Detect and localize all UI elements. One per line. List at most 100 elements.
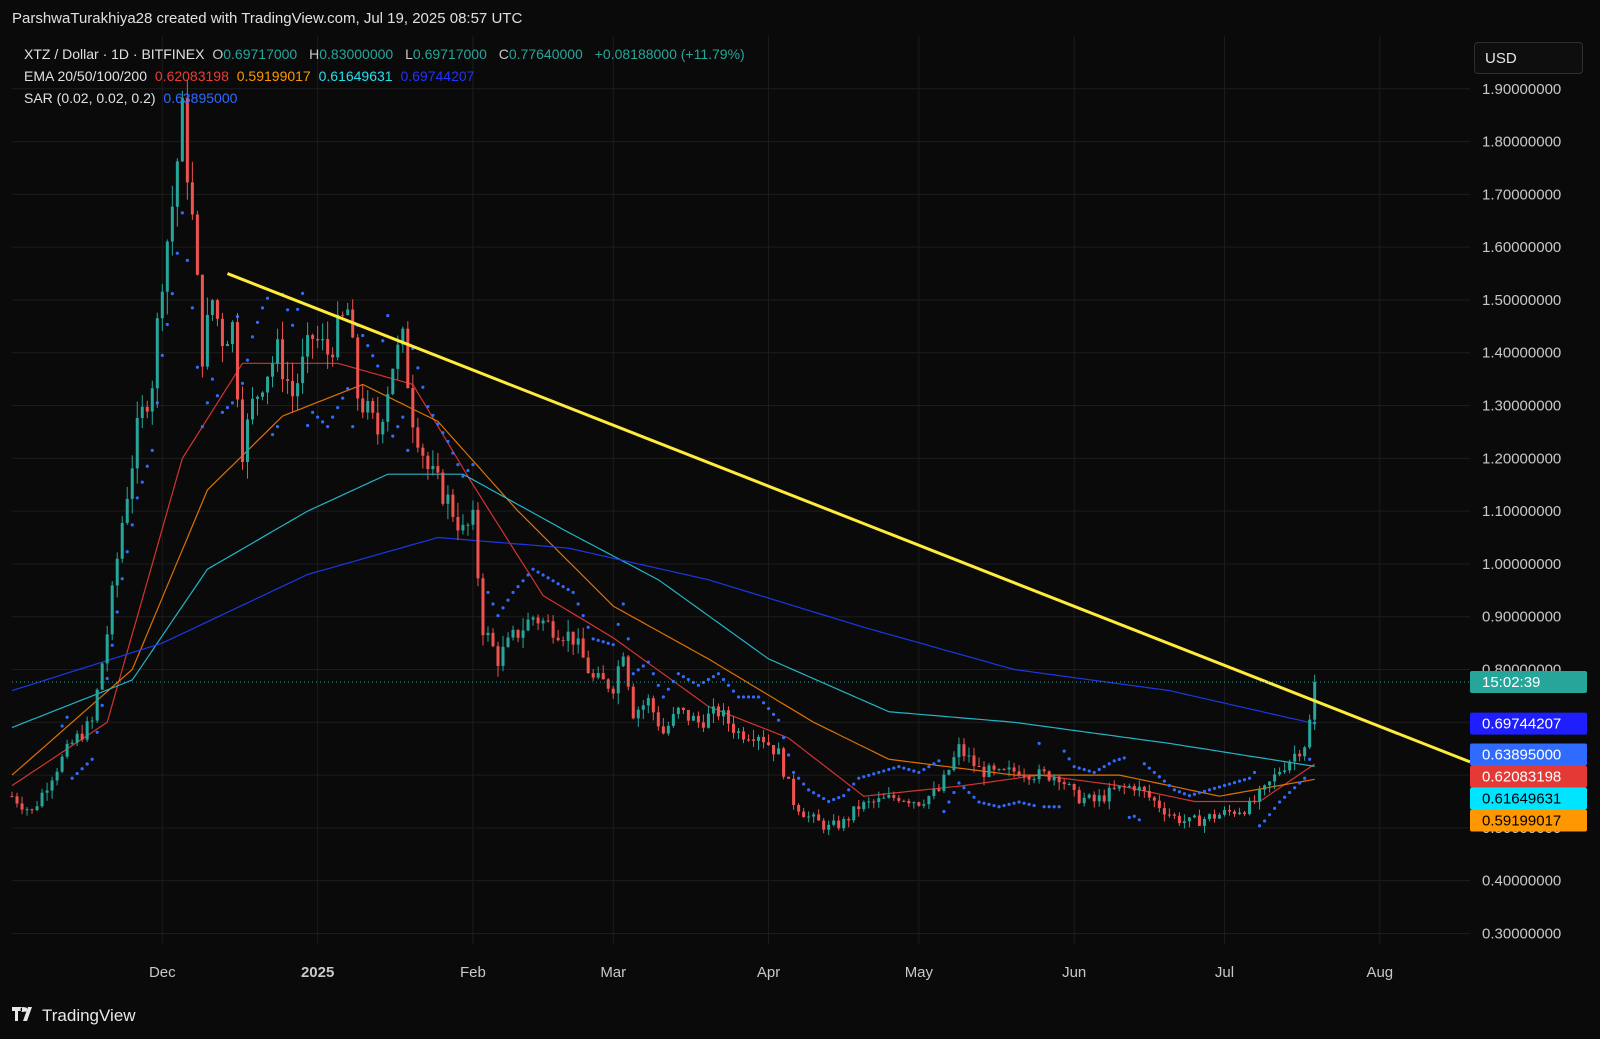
tradingview-brand[interactable]: TradingView	[12, 1006, 136, 1026]
sar-dot	[125, 550, 129, 554]
candle-body	[220, 318, 224, 347]
candle-body	[125, 498, 129, 523]
candle-body	[1207, 814, 1211, 819]
candle-body	[1057, 776, 1061, 783]
sar-dot	[1167, 783, 1171, 788]
symbol-label[interactable]: XTZ / Dollar · 1D · BITFINEX	[24, 46, 204, 62]
sar-dot	[972, 795, 976, 799]
price-chart[interactable]: 0.300000000.400000000.500000000.60000000…	[0, 0, 1600, 1039]
sar-dot	[245, 358, 250, 362]
sar-dot	[676, 672, 680, 676]
candle-body	[271, 363, 275, 377]
sar-dot	[1217, 785, 1222, 789]
candle-body	[892, 795, 896, 798]
sar-dot	[711, 675, 716, 679]
sar-dot	[897, 765, 901, 769]
candle-body	[681, 707, 685, 710]
sar-dot	[696, 683, 701, 687]
candle-body	[942, 774, 946, 791]
candle-body	[286, 379, 290, 381]
sar-dot	[185, 258, 189, 262]
candle-body	[917, 802, 921, 806]
candle-body	[611, 688, 615, 694]
ema-label[interactable]: EMA 20/50/100/200	[24, 68, 147, 84]
sar-dot	[1303, 776, 1307, 780]
candle-body	[266, 376, 270, 393]
candle-body	[261, 392, 265, 397]
sar-dot	[1152, 770, 1156, 775]
time-tick-label: Dec	[149, 964, 176, 981]
sar-dot	[686, 677, 690, 682]
candle-body	[160, 291, 164, 319]
candle-body	[50, 780, 54, 791]
candle-body	[55, 771, 59, 781]
candle-body	[1268, 781, 1272, 786]
candle-body	[35, 806, 39, 811]
candle-body	[281, 339, 285, 380]
sar-dot	[1222, 783, 1227, 788]
candle-body	[10, 796, 14, 798]
candle-body	[451, 494, 455, 517]
sar-dot	[1262, 819, 1267, 823]
sar-dot	[220, 410, 225, 414]
candle-body	[496, 646, 500, 666]
candle-body	[957, 744, 961, 758]
resistance-trendline	[226, 272, 1471, 764]
candle-body	[726, 710, 730, 724]
candle-body	[747, 739, 751, 741]
candle-body	[767, 742, 771, 746]
sar-dot	[641, 664, 645, 668]
sar-dot	[1237, 779, 1242, 783]
candle-body	[576, 638, 580, 645]
sar-dot	[731, 689, 736, 693]
candle-body	[506, 637, 510, 647]
sar-label[interactable]: SAR (0.02, 0.02, 0.2)	[24, 90, 156, 106]
candle-body	[200, 274, 204, 367]
candle-body	[812, 814, 816, 817]
candle-body	[671, 714, 675, 726]
candle-body	[566, 631, 570, 642]
sar-dot	[456, 463, 460, 467]
candle-body	[356, 337, 360, 399]
candle-body	[1303, 747, 1307, 757]
candle-body	[155, 318, 159, 389]
sar-dot	[932, 762, 936, 766]
candle-body	[977, 766, 981, 768]
sar-dot	[290, 323, 295, 327]
candle-body	[481, 578, 485, 636]
candle-body	[256, 396, 260, 399]
candle-body	[426, 455, 430, 470]
brand-label: TradingView	[42, 1006, 136, 1025]
sar-dot	[842, 794, 846, 798]
price-tick-label: 1.90000000	[1482, 81, 1561, 98]
sar-dot	[311, 410, 315, 414]
sar-dot	[135, 496, 139, 500]
candle-body	[616, 666, 620, 694]
sar-dot	[927, 765, 931, 769]
sar-dot	[546, 576, 550, 580]
sar-dot	[1192, 792, 1197, 796]
sar-dot	[1278, 800, 1282, 804]
sar-dot	[942, 809, 946, 814]
candle-body	[872, 801, 876, 803]
sar-dot	[611, 643, 615, 647]
time-tick-label: Jul	[1215, 964, 1234, 981]
candle-body	[461, 524, 465, 531]
candle-body	[1027, 776, 1031, 780]
candle-body	[1017, 771, 1021, 776]
candle-body	[1067, 784, 1071, 786]
candle-body	[90, 720, 94, 722]
sar-dot	[200, 425, 204, 429]
sar-dot	[65, 715, 69, 719]
change-value: +0.08188000 (+11.79%)	[594, 46, 745, 62]
sar-dot	[1032, 803, 1036, 808]
candle-body	[972, 755, 976, 767]
candle-body	[837, 820, 841, 829]
currency-button[interactable]: USD	[1474, 42, 1583, 74]
sar-dot	[426, 404, 430, 409]
sar-dot	[316, 415, 320, 419]
sar-dot	[486, 590, 490, 595]
ema20-value: 0.62083198	[154, 68, 229, 84]
sar-dot	[1047, 805, 1051, 809]
high-value: 0.83000000	[319, 46, 394, 62]
